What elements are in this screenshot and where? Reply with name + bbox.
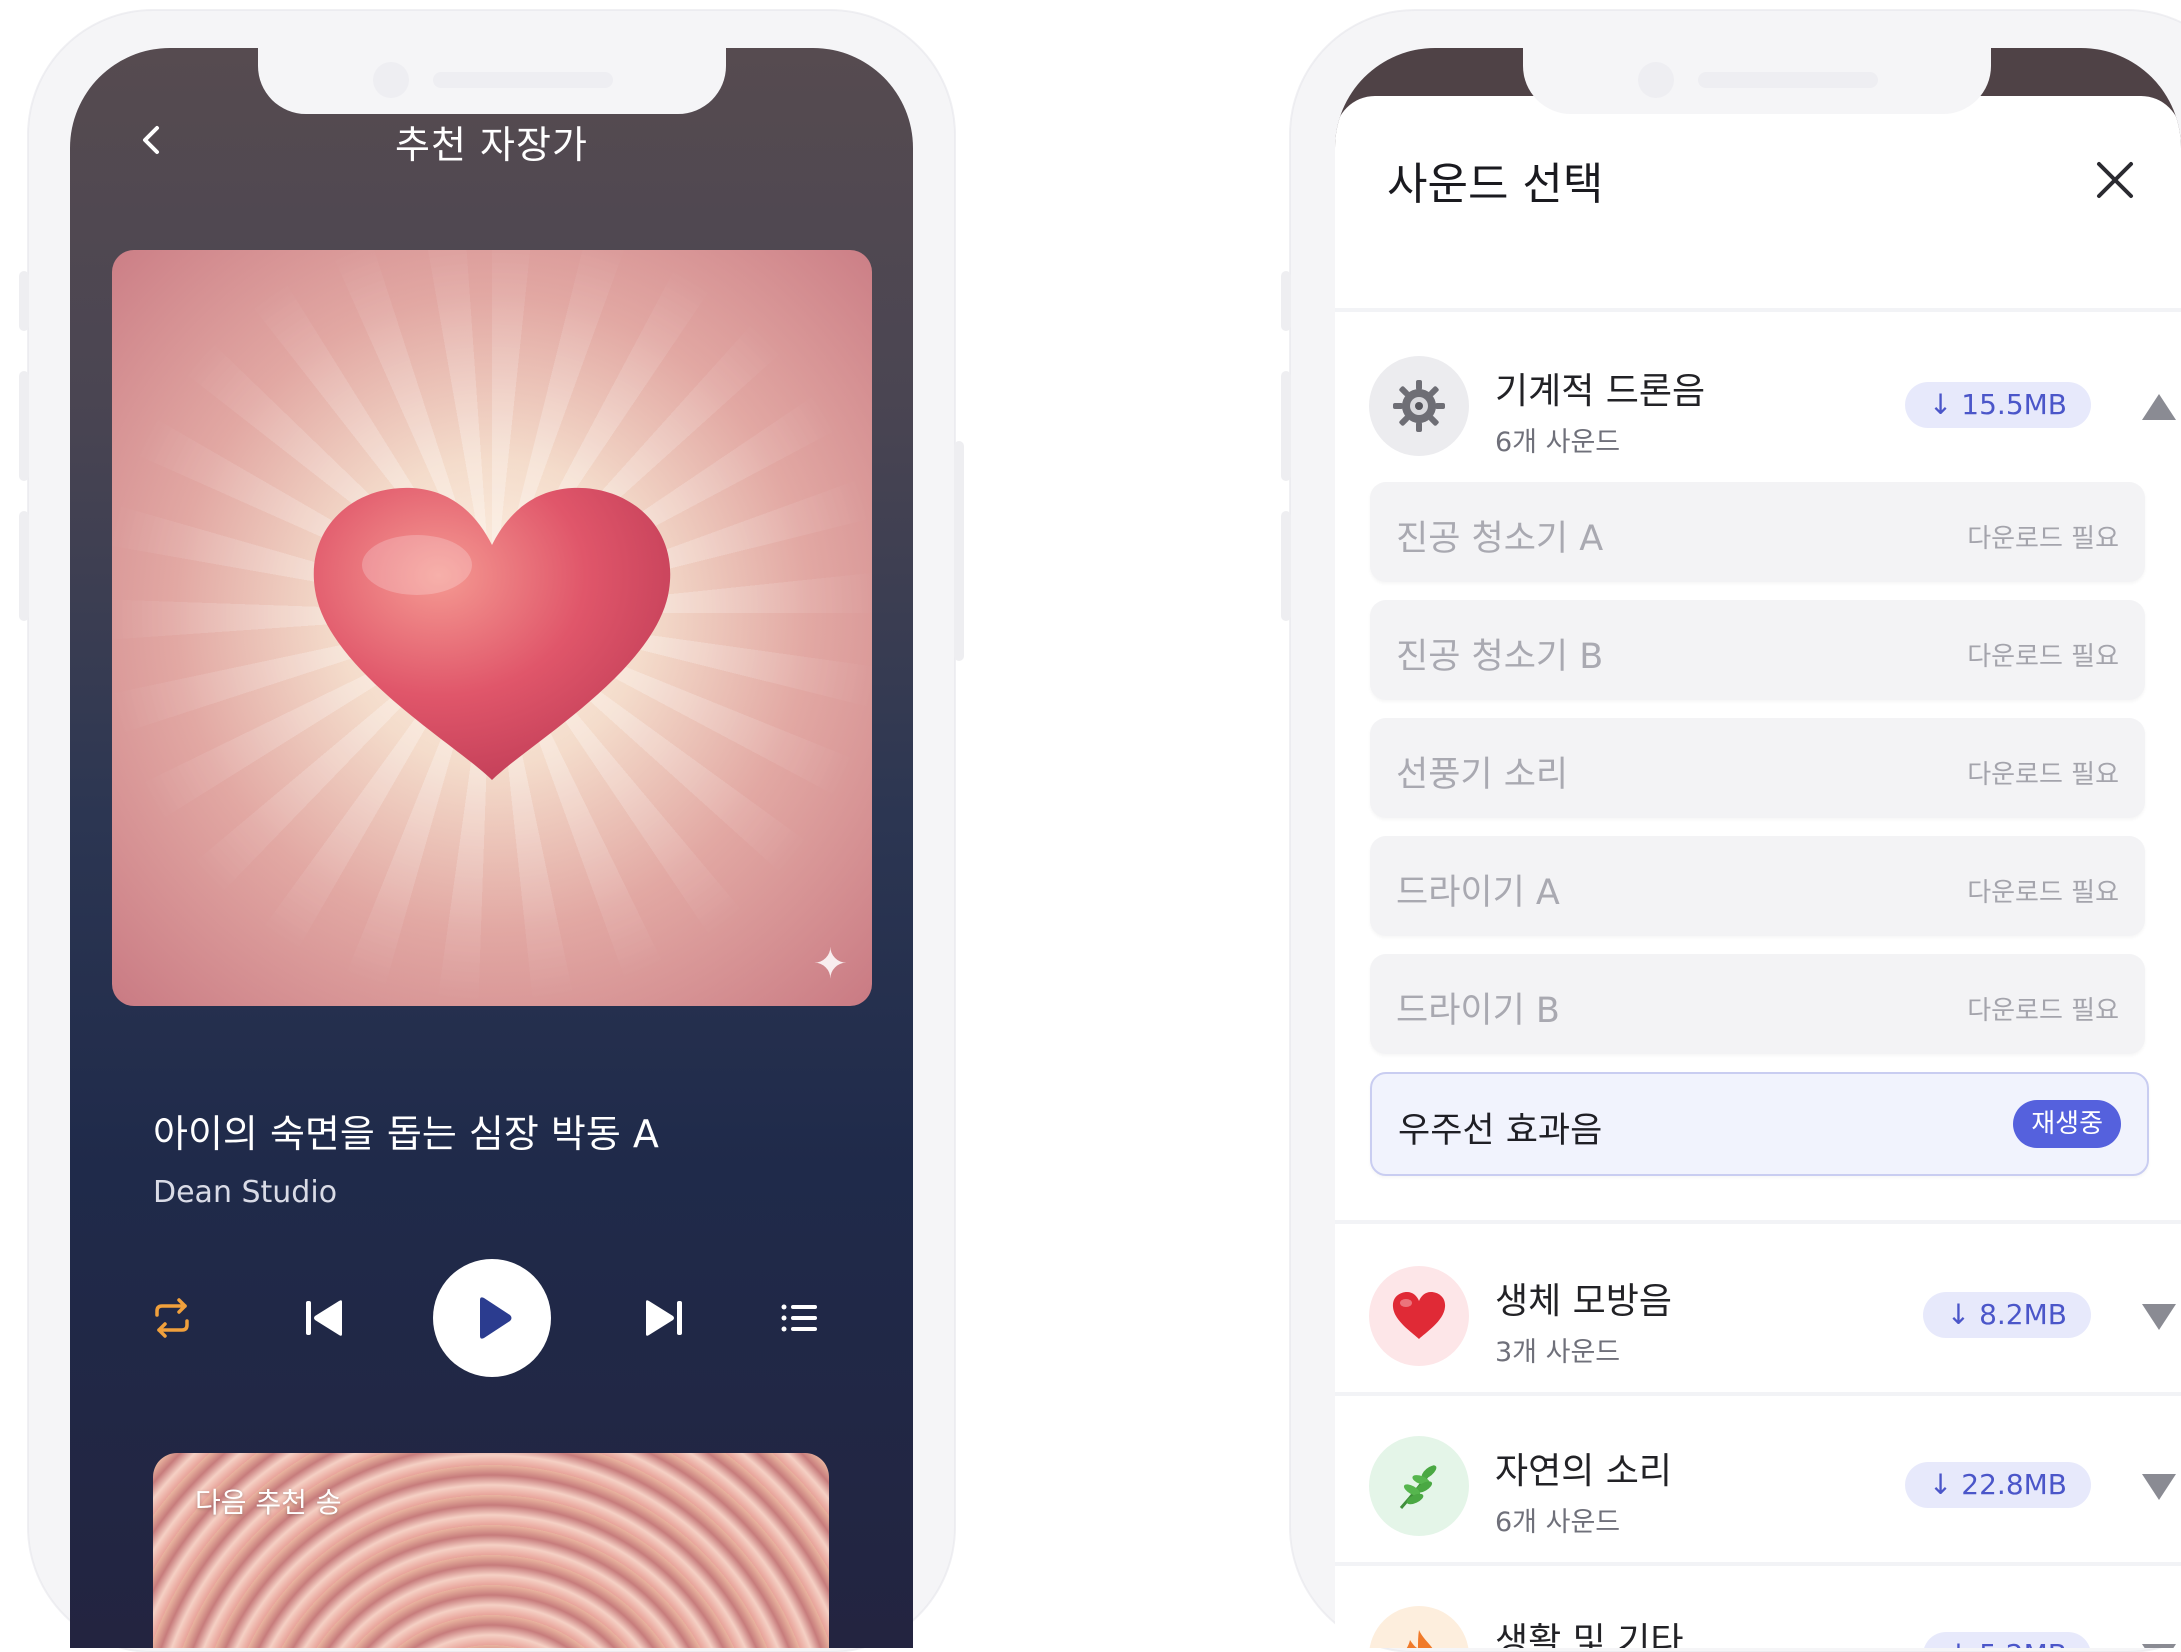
side-button [19, 271, 29, 331]
download-required-label: 다운로드 필요 [1967, 760, 2119, 790]
heart-image [313, 487, 671, 780]
category-count: 6개 사운드 [1495, 427, 1621, 458]
divider [1335, 308, 2181, 312]
bottom-sheet: 사운드 선택 기계적 드론음 6개 사운드 ↓ 15.5MB 진공 청소기 A … [1335, 96, 2181, 1648]
repeat-icon [155, 1298, 189, 1338]
herb-icon [1369, 1436, 1469, 1536]
sound-item[interactable]: 진공 청소기 B 다운로드 필요 [1370, 600, 2145, 700]
side-button [1281, 371, 1291, 481]
now-playing-badge: 재생중 [2013, 1100, 2121, 1148]
side-button [1281, 511, 1291, 621]
category-name: 생체 모방음 [1495, 1281, 1673, 1322]
download-required-label: 다운로드 필요 [1967, 878, 2119, 908]
play-icon [480, 1297, 512, 1339]
download-size-badge[interactable]: ↓ 8.2MB [1922, 1292, 2091, 1338]
speaker-bar [1698, 72, 1878, 88]
sparkle-icon: ✦ [812, 939, 848, 988]
divider [1335, 1392, 2181, 1396]
category-name: 자연의 소리 [1495, 1451, 1673, 1492]
category-name: 생활 및 기타 [1495, 1621, 1684, 1648]
song-title: 아이의 숙면을 돕는 심장 박동 A [153, 1112, 659, 1156]
sound-name: 선풍기 소리 [1396, 755, 1569, 795]
skip-previous-icon [306, 1300, 342, 1336]
skip-next-icon [646, 1300, 682, 1336]
category-life-etc[interactable]: 생활 및 기타 ↓ 5.2MB [1335, 1582, 2181, 1648]
notch [1523, 48, 1991, 114]
sound-item-playing[interactable]: 우주선 효과음 재생중 [1370, 1072, 2149, 1176]
category-biomimetic[interactable]: 생체 모방음 3개 사운드 ↓ 8.2MB [1335, 1242, 2181, 1382]
fire-icon [1369, 1606, 1469, 1648]
next-recommendation-card[interactable]: 다음 추천 송 [153, 1453, 829, 1648]
album-artwork: ✦ [112, 250, 872, 1006]
download-required-label: 다운로드 필요 [1967, 524, 2119, 554]
side-button [1281, 271, 1291, 331]
repeat-button[interactable] [132, 1258, 212, 1378]
sound-item[interactable]: 선풍기 소리 다운로드 필요 [1370, 718, 2145, 818]
sound-item[interactable]: 드라이기 A 다운로드 필요 [1370, 836, 2145, 936]
player-screen: 추천 자장가 ✦ 아이의 숙면을 돕는 심장 박동 A Dean Studio [70, 48, 913, 1648]
page-title: 추천 자장가 [395, 123, 588, 167]
camera-dot [1638, 62, 1674, 98]
sound-name: 드라이기 A [1396, 873, 1560, 913]
category-nature[interactable]: 자연의 소리 6개 사운드 ↓ 22.8MB [1335, 1412, 2181, 1552]
song-artist: Dean Studio [153, 1175, 338, 1210]
next-recommend-label: 다음 추천 송 [195, 1486, 342, 1519]
sound-name: 진공 청소기 A [1396, 519, 1604, 559]
notch [258, 48, 726, 114]
sound-name: 우주선 효과음 [1398, 1111, 1603, 1151]
previous-button[interactable] [285, 1258, 365, 1378]
speaker-bar [433, 72, 613, 88]
side-button [19, 511, 29, 621]
close-button[interactable] [2087, 152, 2143, 208]
divider [1335, 1562, 2181, 1566]
sound-select-screen: 사운드 선택 기계적 드론음 6개 사운드 ↓ 15.5MB 진공 청소기 A … [1335, 48, 2181, 1648]
sound-item[interactable]: 드라이기 B 다운로드 필요 [1370, 954, 2145, 1054]
queue-button[interactable] [760, 1258, 840, 1378]
camera-dot [373, 62, 409, 98]
play-button[interactable] [432, 1258, 552, 1378]
category-count: 3개 사운드 [1495, 1337, 1621, 1368]
sheet-title: 사운드 선택 [1387, 159, 1604, 210]
heart-icon [1369, 1266, 1469, 1366]
download-required-label: 다운로드 필요 [1967, 642, 2119, 672]
gear-icon [1369, 356, 1469, 456]
category-mechanical-drone[interactable]: 기계적 드론음 6개 사운드 ↓ 15.5MB [1335, 332, 2181, 472]
close-icon [2097, 162, 2133, 198]
chevron-up-icon[interactable] [2139, 390, 2179, 424]
chevron-down-icon[interactable] [2139, 1640, 2179, 1648]
download-size-badge[interactable]: ↓ 15.5MB [1904, 382, 2091, 428]
sound-name: 진공 청소기 B [1396, 637, 1604, 677]
queue-list-icon [781, 1304, 817, 1332]
play-circle [433, 1259, 551, 1377]
side-button [954, 441, 964, 661]
sound-name: 드라이기 B [1396, 991, 1560, 1031]
chevron-down-icon[interactable] [2139, 1300, 2179, 1334]
category-name: 기계적 드론음 [1495, 371, 1706, 412]
download-size-badge[interactable]: ↓ 5.2MB [1922, 1632, 2091, 1648]
side-button [19, 371, 29, 481]
next-button[interactable] [623, 1258, 703, 1378]
chevron-down-icon[interactable] [2139, 1470, 2179, 1504]
sound-item[interactable]: 진공 청소기 A 다운로드 필요 [1370, 482, 2145, 582]
category-count: 6개 사운드 [1495, 1507, 1621, 1538]
download-size-badge[interactable]: ↓ 22.8MB [1904, 1462, 2091, 1508]
divider [1335, 1220, 2181, 1224]
download-required-label: 다운로드 필요 [1967, 996, 2119, 1026]
